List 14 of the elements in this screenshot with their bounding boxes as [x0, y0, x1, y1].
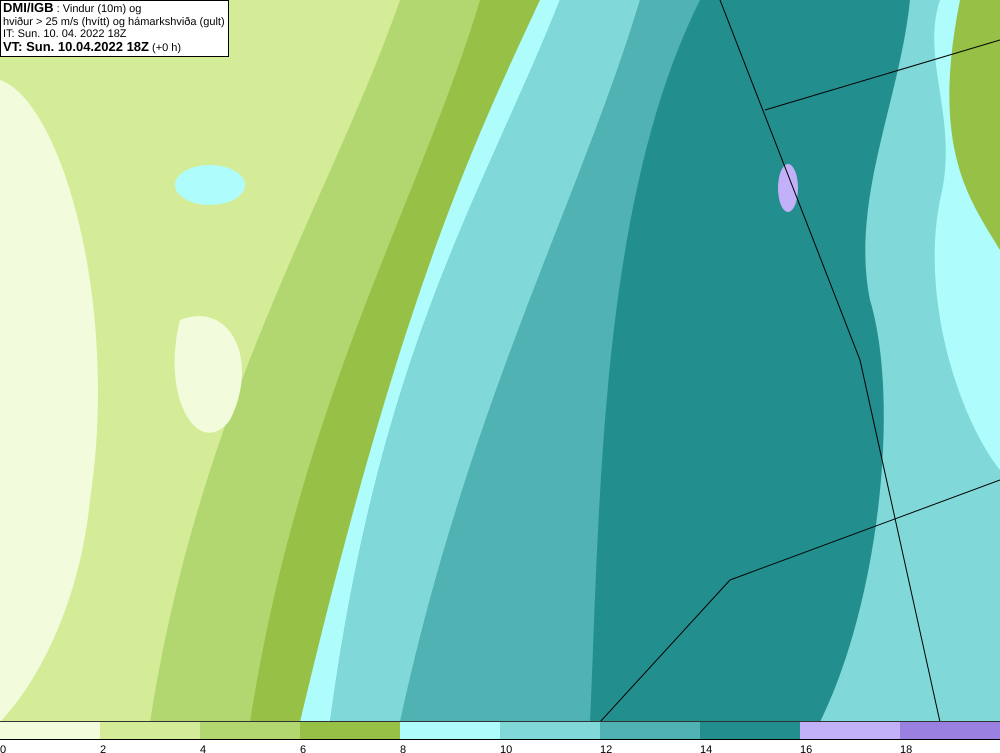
header-line: hviður > 25 m/s (hvítt) og hámarkshviða (gult) — [3, 16, 225, 28]
scale-label: 18 — [900, 744, 912, 753]
scale-label: 6 — [300, 744, 306, 753]
scale-label: 10 — [500, 744, 512, 753]
scale-label: 4 — [200, 744, 206, 753]
header-line: VT: Sun. 10.04.2022 18Z (+0 h) — [3, 40, 182, 54]
scale-label: 12 — [600, 744, 612, 753]
scale-label: 8 — [400, 744, 406, 753]
scale-label: 14 — [700, 744, 712, 753]
header-line: IT: Sun. 10. 04. 2022 18Z — [3, 28, 128, 40]
scale-label: 16 — [800, 744, 812, 753]
scale-label: 2 — [100, 744, 106, 753]
scale-label: 0 — [0, 744, 6, 753]
header-line: DMI/IGB : Vindur (10m) og — [3, 2, 142, 16]
